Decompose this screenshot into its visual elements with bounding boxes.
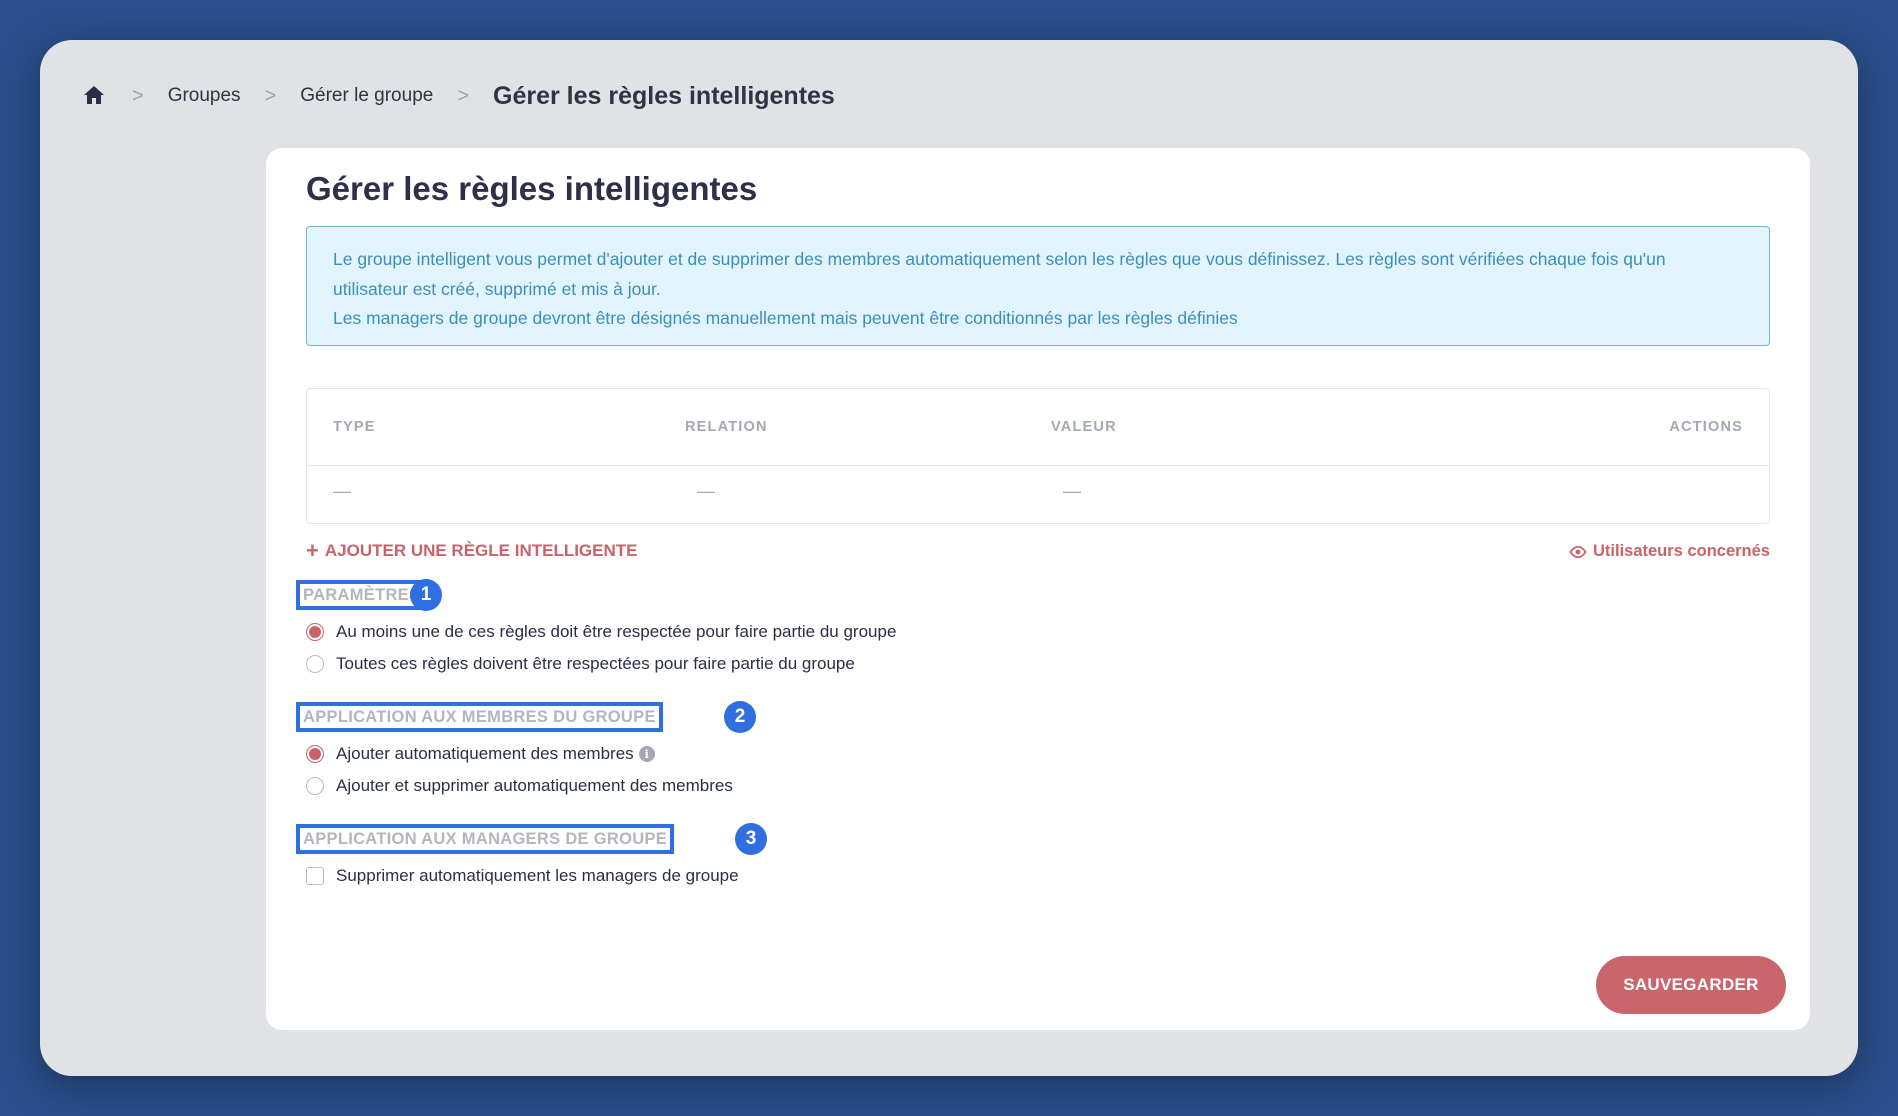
radio-button[interactable] [306,655,324,673]
step-badge-1: 1 [410,579,442,611]
step-badge-2: 2 [724,701,756,733]
checkbox[interactable] [306,867,324,885]
info-text-1: Le groupe intelligent vous permet d'ajou… [333,249,1666,299]
chevron-right-icon: > [132,84,144,107]
section-label-managers: APPLICATION AUX MANAGERS DE GROUPE [296,824,675,854]
save-button[interactable]: SAUVEGARDER [1596,956,1786,1014]
option-label: Ajouter automatiquement des membres [336,744,634,763]
info-icon[interactable]: i [638,746,655,762]
section-label-members: APPLICATION AUX MEMBRES DU GROUPE [296,702,663,732]
page-title: Gérer les règles intelligentes [306,170,758,207]
eye-icon [1569,543,1587,561]
option-label: Ajouter et supprimer automatiquement des… [336,776,733,795]
add-rule-button[interactable]: + AJOUTER UNE RÈGLE INTELLIGENTE [306,540,638,562]
radio-option-auto-add-remove[interactable]: Ajouter et supprimer automatiquement des… [306,776,733,796]
cell-relation: — [697,481,715,501]
users-concerned-link[interactable]: Utilisateurs concernés [1569,542,1770,561]
checkbox-option-remove-managers[interactable]: Supprimer automatiquement les managers d… [306,866,739,886]
rules-table: TYPE RELATION VALEUR ACTIONS — — — [306,388,1770,524]
breadcrumb-current: Gérer les règles intelligentes [493,81,835,110]
breadcrumb-groupes[interactable]: Groupes [168,85,241,107]
info-text-2: Les managers de groupe devront être dési… [333,308,1238,328]
column-header-actions: ACTIONS [1669,419,1743,435]
app-window: > Groupes > Gérer le groupe > Gérer les … [40,40,1858,1076]
section-label-parametres: PARAMÈTRES [296,580,428,610]
breadcrumb: > Groupes > Gérer le groupe > Gérer les … [82,74,835,118]
users-concerned-label: Utilisateurs concernés [1593,542,1770,560]
step-badge-3: 3 [735,823,767,855]
main-card: Gérer les règles intelligentes Le groupe… [266,148,1810,1030]
column-header-relation: RELATION [685,419,768,435]
radio-option-all-rules[interactable]: Toutes ces règles doivent être respectée… [306,654,855,674]
radio-button[interactable] [306,777,324,795]
add-rule-label: AJOUTER UNE RÈGLE INTELLIGENTE [324,541,638,560]
column-header-type: TYPE [333,419,376,435]
radio-button-checked[interactable] [306,745,324,763]
home-icon[interactable] [82,83,108,109]
info-banner: Le groupe intelligent vous permet d'ajou… [306,226,1770,346]
option-label: Supprimer automatiquement les managers d… [336,866,739,885]
cell-type: — [333,481,351,501]
radio-button-checked[interactable] [306,623,324,641]
column-header-valeur: VALEUR [1051,419,1117,435]
cell-valeur: — [1063,481,1081,501]
radio-option-auto-add[interactable]: Ajouter automatiquement des membres i [306,744,655,764]
radio-option-at-least-one[interactable]: Au moins une de ces règles doit être res… [306,622,896,642]
table-header: TYPE RELATION VALEUR ACTIONS [307,389,1769,466]
option-label: Au moins une de ces règles doit être res… [336,622,897,641]
option-label: Toutes ces règles doivent être respectée… [336,654,855,673]
breadcrumb-manage-group[interactable]: Gérer le groupe [300,85,433,107]
chevron-right-icon: > [457,84,470,107]
table-row: — — — [307,465,1769,523]
plus-icon: + [306,538,319,563]
chevron-right-icon: > [264,84,277,107]
